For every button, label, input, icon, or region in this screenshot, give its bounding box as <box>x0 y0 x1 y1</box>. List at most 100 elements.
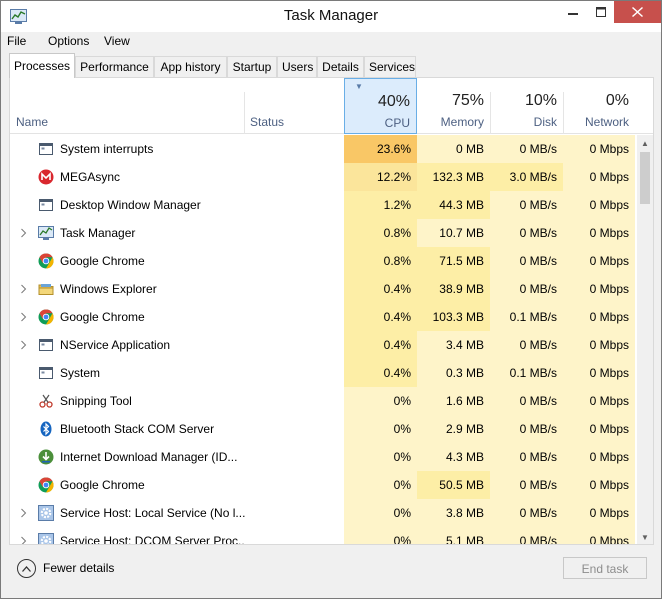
close-icon <box>632 7 643 17</box>
tab-services[interactable]: Services <box>364 56 416 78</box>
megasync-icon <box>38 169 54 185</box>
scroll-up-arrow-icon[interactable]: ▲ <box>637 135 653 151</box>
process-cpu: 0% <box>344 387 417 415</box>
process-row[interactable]: System 0.4% 0.3 MB 0.1 MB/s 0 Mbps <box>10 359 635 387</box>
process-name: Windows Explorer <box>60 282 157 296</box>
system-window-icon <box>38 337 54 353</box>
process-disk: 3.0 MB/s <box>490 163 563 191</box>
process-memory: 4.3 MB <box>417 443 490 471</box>
process-row[interactable]: Google Chrome 0.8% 71.5 MB 0 MB/s 0 Mbps <box>10 247 635 275</box>
process-network: 0 Mbps <box>563 275 635 303</box>
process-row[interactable]: Google Chrome 0% 50.5 MB 0 MB/s 0 Mbps <box>10 471 635 499</box>
process-row[interactable]: Google Chrome 0.4% 103.3 MB 0.1 MB/s 0 Mbps <box>10 303 635 331</box>
sort-descending-icon: ▼ <box>355 82 363 91</box>
tab-performance[interactable]: Performance <box>75 56 154 78</box>
process-name: Snipping Tool <box>60 394 132 408</box>
process-memory: 50.5 MB <box>417 471 490 499</box>
close-button[interactable] <box>614 1 661 23</box>
process-row[interactable]: MEGAsync 12.2% 132.3 MB 3.0 MB/s 0 Mbps <box>10 163 635 191</box>
tab-processes[interactable]: Processes <box>9 53 75 78</box>
process-row[interactable]: NService Application 0.4% 3.4 MB 0 MB/s 0 Mb… <box>10 331 635 359</box>
menu-file[interactable]: File <box>7 34 26 48</box>
process-row[interactable]: Snipping Tool 0% 1.6 MB 0 MB/s 0 Mbps <box>10 387 635 415</box>
process-name: Task Manager <box>60 226 136 240</box>
end-task-button[interactable]: End task <box>563 557 647 579</box>
expand-arrow-icon[interactable] <box>20 311 28 322</box>
tab-app-history[interactable]: App history <box>154 56 227 78</box>
process-network: 0 Mbps <box>563 247 635 275</box>
tab-details[interactable]: Details <box>317 56 364 78</box>
process-row[interactable]: Task Manager 0.8% 10.7 MB 0 MB/s 0 Mbps <box>10 219 635 247</box>
title-bar[interactable]: Task Manager <box>1 1 661 32</box>
process-row[interactable]: Desktop Window Manager 1.2% 44.3 MB 0 MB/s 0… <box>10 191 635 219</box>
vertical-scrollbar[interactable]: ▲ ▼ <box>637 135 653 544</box>
process-disk: 0.1 MB/s <box>490 303 563 331</box>
process-name: System <box>60 366 101 380</box>
chevron-up-circle-icon[interactable] <box>17 559 36 578</box>
process-network: 0 Mbps <box>563 331 635 359</box>
process-row[interactable]: Bluetooth Stack COM Server 0% 2.9 MB 0 MB/s… <box>10 415 635 443</box>
system-window-icon <box>38 141 54 157</box>
process-row[interactable]: System interrupts 23.6% 0 MB 0 MB/s 0 Mbps <box>10 135 635 163</box>
column-header-row: Name Status ▼ 40% CPU 75% Memory 10% Dis… <box>10 78 653 134</box>
chrome-icon <box>38 253 54 269</box>
expand-arrow-icon[interactable] <box>20 535 28 544</box>
system-window-icon <box>38 365 54 381</box>
process-network: 0 Mbps <box>563 499 635 527</box>
process-network: 0 Mbps <box>563 471 635 499</box>
chrome-icon <box>38 309 54 325</box>
process-name: System interrupts <box>60 142 154 156</box>
process-memory: 0.3 MB <box>417 359 490 387</box>
expand-arrow-icon[interactable] <box>20 283 28 294</box>
scissors-icon <box>38 393 54 409</box>
process-row[interactable]: Service Host: DCOM Server Proc... 0% 5.1 M… <box>10 527 635 545</box>
process-cpu: 1.2% <box>344 191 417 219</box>
process-cpu: 0% <box>344 415 417 443</box>
process-memory: 2.9 MB <box>417 415 490 443</box>
column-label-cpu: CPU <box>384 116 410 130</box>
process-network: 0 Mbps <box>563 163 635 191</box>
process-name: Bluetooth Stack COM Server <box>60 422 215 436</box>
column-header-name[interactable]: Name <box>10 78 244 134</box>
tab-users[interactable]: Users <box>277 56 317 78</box>
minimize-button[interactable] <box>559 1 587 23</box>
cpu-total: 40% <box>377 93 410 110</box>
process-memory: 44.3 MB <box>417 191 490 219</box>
column-header-network[interactable]: 0% Network <box>563 78 635 134</box>
process-name: Desktop Window Manager <box>60 198 201 212</box>
menu-options[interactable]: Options <box>48 34 89 48</box>
process-cpu: 12.2% <box>344 163 417 191</box>
process-disk: 0 MB/s <box>490 499 563 527</box>
process-cpu: 0.4% <box>344 275 417 303</box>
column-label-name: Name <box>16 115 49 129</box>
process-memory: 10.7 MB <box>417 219 490 247</box>
expand-arrow-icon[interactable] <box>20 339 28 350</box>
chrome-icon <box>38 477 54 493</box>
column-header-disk[interactable]: 10% Disk <box>490 78 563 134</box>
process-cpu: 0.8% <box>344 219 417 247</box>
process-row[interactable]: Internet Download Manager (ID... 0% 4.3 MB… <box>10 443 635 471</box>
maximize-button[interactable] <box>587 1 615 23</box>
fewer-details-link[interactable]: Fewer details <box>43 561 114 575</box>
process-memory: 3.8 MB <box>417 499 490 527</box>
disk-total: 10% <box>524 92 557 109</box>
folder-icon <box>38 281 54 297</box>
column-header-memory[interactable]: 75% Memory <box>417 78 490 134</box>
process-name: Service Host: Local Service (No l... <box>60 506 245 520</box>
process-name: Service Host: DCOM Server Proc... <box>60 534 245 545</box>
process-memory: 5.1 MB <box>417 527 490 544</box>
column-header-cpu[interactable]: ▼ 40% CPU <box>344 78 417 134</box>
expand-arrow-icon[interactable] <box>20 507 28 518</box>
scrollbar-thumb[interactable] <box>640 152 650 204</box>
process-network: 0 Mbps <box>563 219 635 247</box>
menu-view[interactable]: View <box>104 34 130 48</box>
expand-arrow-icon[interactable] <box>20 227 28 238</box>
column-header-status[interactable]: Status <box>244 78 344 134</box>
tab-startup[interactable]: Startup <box>227 56 277 78</box>
process-row[interactable]: Service Host: Local Service (No l... 0% 3.… <box>10 499 635 527</box>
process-network: 0 Mbps <box>563 527 635 544</box>
scroll-down-arrow-icon[interactable]: ▼ <box>637 529 653 544</box>
process-row[interactable]: Windows Explorer 0.4% 38.9 MB 0 MB/s 0 Mbps <box>10 275 635 303</box>
process-cpu: 0% <box>344 499 417 527</box>
process-name: Google Chrome <box>60 254 145 268</box>
